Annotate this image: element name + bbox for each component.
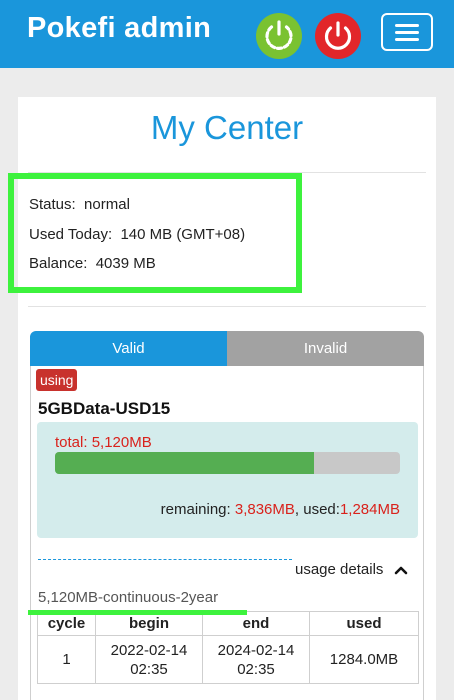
top-bar: Pokefi admin [0, 0, 454, 68]
divider [28, 306, 426, 307]
total-line: total: 5,120MB [55, 434, 152, 451]
end-date: 2024-02-14 [217, 641, 295, 659]
tab-invalid[interactable]: Invalid [227, 331, 424, 366]
plan-name: 5GBData-USD15 [38, 399, 171, 418]
usage-details-toggle[interactable]: usage details [295, 561, 408, 578]
used-value: 1,284MB [339, 501, 400, 518]
end-time: 02:35 [237, 660, 275, 678]
refresh-power-button[interactable] [256, 13, 302, 59]
power-button[interactable] [315, 13, 361, 59]
status-badge: using [36, 369, 78, 391]
cell-begin: 2022-02-14 02:35 [95, 635, 203, 684]
app-title: Pokefi admin [27, 12, 212, 44]
column-header-end: end [202, 611, 310, 636]
remaining-line: remaining: 3,836MB, used:1,284MB [161, 501, 400, 518]
usage-progress-bar [55, 452, 400, 474]
column-header-begin: begin [95, 611, 203, 636]
cell-end: 2024-02-14 02:35 [202, 635, 310, 684]
power-icon [324, 21, 352, 50]
used-label: used: [303, 501, 340, 518]
separator: , [294, 501, 300, 518]
hamburger-menu-button[interactable] [381, 13, 433, 51]
column-header-cycle: cycle [37, 611, 96, 636]
begin-time: 02:35 [130, 660, 168, 678]
total-value: 5,120MB [91, 434, 152, 451]
menu-icon-line [395, 38, 419, 41]
tab-valid[interactable]: Valid [30, 331, 227, 366]
cycle-table: cycle begin end used 1 2022-02-14 02:35 … [37, 611, 419, 684]
column-header-used: used [309, 611, 419, 636]
cell-cycle: 1 [37, 635, 96, 684]
page-title: My Center [150, 109, 304, 146]
dashed-divider [38, 559, 292, 560]
usage-box: total: 5,120MB remaining: 3,836MB, used:… [37, 422, 418, 538]
begin-date: 2022-02-14 [110, 641, 188, 659]
remaining-label: remaining: [160, 501, 231, 518]
highlight-underline [28, 610, 247, 615]
package-panel: using 5GBData-USD15 total: 5,120MB remai… [28, 366, 424, 700]
total-label: total: [55, 434, 88, 451]
menu-icon-line [395, 24, 419, 27]
highlight-box [8, 173, 302, 293]
package-description: 5,120MB-continuous-2year [38, 589, 219, 606]
menu-icon-line [395, 31, 419, 34]
refresh-power-icon [265, 20, 293, 50]
usage-details-label: usage details [295, 561, 384, 578]
usage-progress-fill [55, 452, 314, 474]
cell-used: 1284.0MB [309, 635, 419, 684]
remaining-value: 3,836MB [234, 501, 295, 518]
chevron-up-icon [394, 566, 407, 575]
table-header-row: cycle begin end used [37, 611, 419, 636]
table-row: 1 2022-02-14 02:35 2024-02-14 02:35 1284… [37, 635, 419, 684]
